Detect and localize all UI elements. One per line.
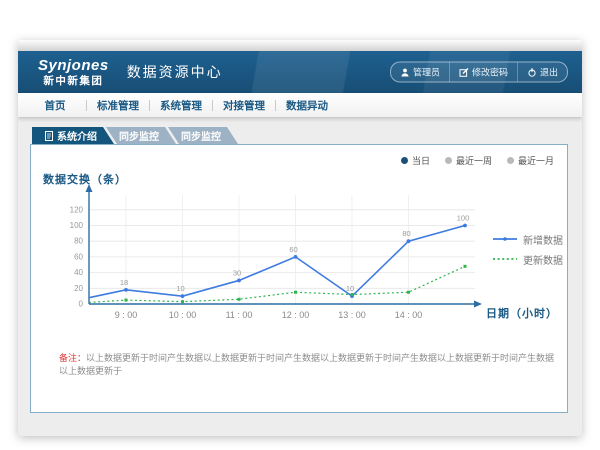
main-nav: 首页标准管理系统管理对接管理数据异动 <box>18 93 582 117</box>
svg-text:10: 10 <box>176 284 184 293</box>
legend-line-sample <box>493 256 517 262</box>
radio-last-month-dot <box>507 157 514 164</box>
footnote: 备注：以上数据更新于时间产生数据以上数据更新于时间产生数据以上数据更新于时间产生… <box>59 352 559 378</box>
svg-text:12 : 00: 12 : 00 <box>282 310 310 320</box>
tab-sync-monitor-1-label: 同步监控 <box>119 128 159 143</box>
svg-text:14 : 00: 14 : 00 <box>395 310 423 320</box>
radio-last-month-label: 最近一月 <box>518 154 554 167</box>
legend-label-0: 新增数据 <box>523 232 563 247</box>
svg-text:120: 120 <box>70 205 84 214</box>
svg-text:80: 80 <box>74 237 83 246</box>
power-icon <box>527 67 537 77</box>
tab-sync-monitor-2-label: 同步监控 <box>181 128 221 143</box>
svg-text:20: 20 <box>74 284 83 293</box>
page-title: 数据资源中心 <box>127 62 223 82</box>
svg-text:40: 40 <box>74 268 83 277</box>
time-filter-group: 当日 最近一周 最近一月 <box>401 154 554 167</box>
tab-system-intro[interactable]: 系统介绍 <box>32 127 114 144</box>
svg-text:60: 60 <box>289 245 297 254</box>
user-menu-logout[interactable]: 退出 <box>517 63 567 82</box>
nav-item-standards[interactable]: 标准管理 <box>89 98 147 113</box>
nav-divider <box>212 100 213 111</box>
nav-divider <box>149 100 150 111</box>
footnote-label: 备注： <box>59 353 86 363</box>
x-axis-title: 日期（小时） <box>486 305 558 321</box>
svg-text:0: 0 <box>79 300 84 309</box>
nav-item-home[interactable]: 首页 <box>26 98 84 113</box>
window-top-strip <box>18 40 582 51</box>
legend-item-1: 更新数据 <box>493 249 563 269</box>
svg-text:10: 10 <box>346 284 354 293</box>
svg-text:60: 60 <box>74 252 83 261</box>
tab-sync-monitor-2[interactable]: 同步监控 <box>168 127 238 144</box>
legend-item-0: 新增数据 <box>493 229 563 249</box>
brand-logo-secondary: 新中新集团 <box>38 76 109 87</box>
edit-icon <box>459 67 469 77</box>
footnote-text: 以上数据更新于时间产生数据以上数据更新于时间产生数据以上数据更新于时间产生数据以… <box>59 353 554 376</box>
chart-legend: 新增数据更新数据 <box>493 229 563 269</box>
user-menu-edit-password[interactable]: 修改密码 <box>449 63 517 82</box>
document-icon <box>45 131 53 141</box>
nav-divider <box>86 100 87 111</box>
nav-item-data-change[interactable]: 数据异动 <box>278 98 336 113</box>
radio-last-week-dot <box>445 157 452 164</box>
app-header: Synjones 新中新集团 数据资源中心 管理员 修改密码 退出 <box>18 51 582 93</box>
user-menu-logout-label: 退出 <box>540 66 558 79</box>
svg-text:80: 80 <box>402 229 410 238</box>
svg-text:13 : 00: 13 : 00 <box>338 310 366 320</box>
brand-logo: Synjones 新中新集团 <box>38 58 109 87</box>
svg-text:10 : 00: 10 : 00 <box>169 310 197 320</box>
legend-line-sample <box>493 236 517 242</box>
radio-last-week[interactable]: 最近一周 <box>445 154 492 167</box>
brand-logo-primary: Synjones <box>38 58 109 73</box>
nav-item-system[interactable]: 系统管理 <box>152 98 210 113</box>
radio-today-label: 当日 <box>412 154 430 167</box>
tab-sync-monitor-1[interactable]: 同步监控 <box>106 127 176 144</box>
user-menu-edit-password-label: 修改密码 <box>472 66 508 79</box>
radio-last-week-label: 最近一周 <box>456 154 492 167</box>
nav-item-integration[interactable]: 对接管理 <box>215 98 273 113</box>
content-area: 系统介绍同步监控同步监控 当日最近一周最近一月 数据交换（条） 02040608… <box>18 117 582 436</box>
svg-text:100: 100 <box>70 221 84 230</box>
main-panel: 当日最近一周最近一月 数据交换（条） 0204060801001209 : 00… <box>30 144 568 413</box>
radio-today-dot <box>401 157 408 164</box>
nav-divider <box>275 100 276 111</box>
svg-text:11 : 00: 11 : 00 <box>226 310 253 320</box>
user-menu-user[interactable]: 管理员 <box>391 63 449 82</box>
user-menu-user-label: 管理员 <box>413 66 440 79</box>
tab-system-intro-label: 系统介绍 <box>57 128 97 143</box>
svg-text:9 : 00: 9 : 00 <box>115 310 138 320</box>
radio-today[interactable]: 当日 <box>401 154 430 167</box>
app-window: Synjones 新中新集团 数据资源中心 管理员修改密码退出 首页标准管理系统… <box>18 40 582 436</box>
user-icon <box>400 67 410 77</box>
tab-bar: 系统介绍 同步监控 同步监控 <box>32 127 238 144</box>
svg-text:18: 18 <box>120 278 128 287</box>
svg-text:30: 30 <box>233 268 241 277</box>
radio-last-month[interactable]: 最近一月 <box>507 154 554 167</box>
legend-label-1: 更新数据 <box>523 252 563 267</box>
user-menu: 管理员 修改密码 退出 <box>390 62 568 83</box>
svg-text:100: 100 <box>457 214 470 223</box>
